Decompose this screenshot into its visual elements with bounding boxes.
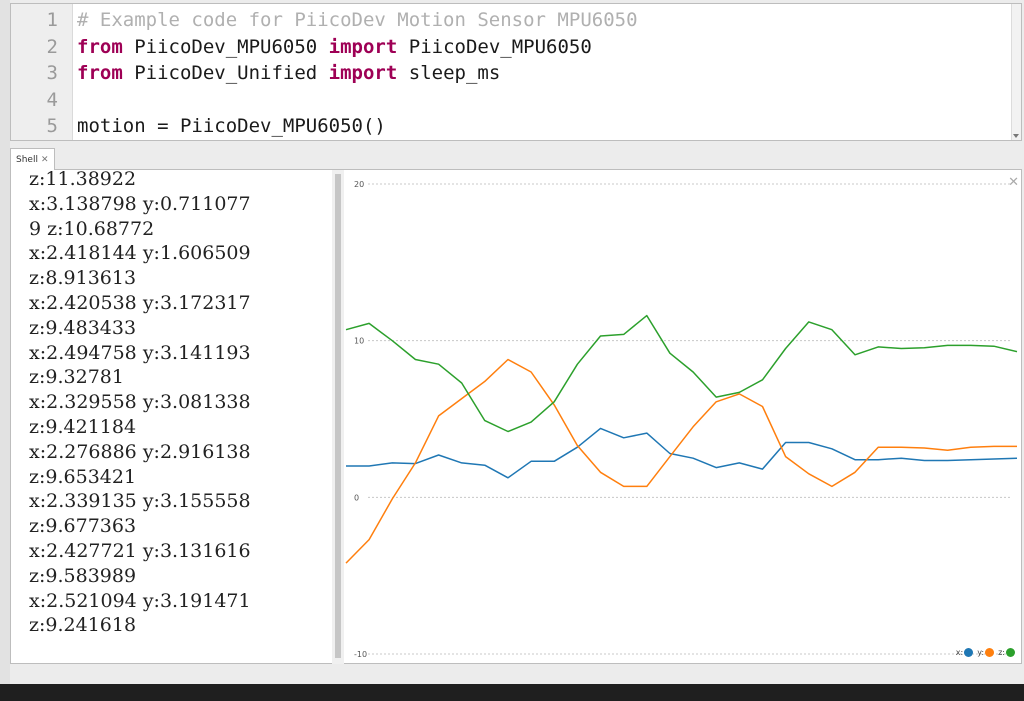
shell-output-line: z:8.913613: [29, 267, 137, 290]
code-editor[interactable]: 1 2 3 4 5 # Example code for PiicoDev Motion…: [10, 3, 1022, 141]
line-number: 2: [46, 35, 58, 58]
window-left-edge: [0, 0, 10, 684]
shell-output-line: x:2.521094 y:3.191471: [29, 589, 251, 612]
code-keyword: import: [328, 35, 398, 58]
plotter-panel: 20 10 0 -10 ✕ x: y: z:: [344, 170, 1022, 664]
shell-output-line: x:2.329558 y:3.081338: [29, 391, 251, 414]
y-tick-label: 0: [354, 493, 359, 502]
legend-swatch: [964, 648, 974, 657]
y-tick-label: 20: [354, 180, 364, 189]
code-token: PiicoDev_Unified: [122, 62, 329, 84]
code-line[interactable]: from PiicoDev_Unified import sleep_ms: [77, 60, 500, 87]
legend-label: y:: [977, 648, 985, 657]
shell-output-line: x:2.494758 y:3.141193: [29, 341, 251, 364]
code-keyword: from: [77, 62, 123, 84]
legend-swatch: [985, 648, 995, 657]
plot-chart: 20 10 0 -10: [345, 180, 1018, 659]
shell-scrollbar[interactable]: [332, 170, 344, 664]
shell-output-line: x:2.418144 y:1.606509: [29, 242, 251, 265]
editor-scrollbar[interactable]: [1011, 4, 1021, 140]
code-token: motion = PiicoDev_MPU6050(): [77, 115, 386, 137]
code-comment: # Example code for PiicoDev Motion Senso…: [77, 9, 638, 31]
code-area[interactable]: # Example code for PiicoDev Motion Senso…: [77, 4, 1009, 140]
line-number: 5: [46, 115, 58, 137]
legend-swatch: [1006, 648, 1015, 657]
shell-output-line: z:9.583989: [29, 564, 137, 587]
shell-output-line: x:2.339135 y:3.155558: [29, 490, 251, 513]
shell-output-line: z:9.421184: [29, 416, 137, 438]
shell-tab-bar: Shell ✕: [10, 146, 1022, 170]
shell-output-line: z:9.241618: [29, 614, 137, 637]
shell-output-line: x:2.427721 y:3.131616: [29, 540, 251, 562]
series-line-x: [346, 427, 1018, 479]
tab-shell-label: Shell: [16, 154, 38, 165]
legend-label: z:: [998, 648, 1005, 657]
series-line-z: [345, 314, 1018, 433]
code-token: PiicoDev_MPU6050: [397, 35, 592, 58]
plot-legend: x: y: z:: [956, 648, 1015, 657]
y-tick-label: -10: [354, 650, 367, 659]
shell-output[interactable]: z:11.38922 x:3.138798 y:0.711077 9 z:10.68…: [10, 170, 332, 664]
shell-output-line: z:11.38922: [29, 170, 137, 190]
shell-output-line: x:2.276886 y:2.916138: [29, 440, 251, 463]
shell-output-line: 9 z:10.68772: [29, 217, 155, 240]
code-line[interactable]: # Example code for PiicoDev Motion Senso…: [77, 7, 638, 34]
shell-output-line: x:3.138798 y:0.711077: [29, 192, 251, 215]
shell-scrollbar-thumb[interactable]: [335, 174, 341, 658]
thonny-window: 1 2 3 4 5 # Example code for PiicoDev Motion…: [0, 0, 1024, 701]
legend-label: x:: [955, 648, 964, 657]
shell-output-line: z:9.32781: [29, 366, 124, 389]
shell-output-line: z:9.653421: [29, 465, 137, 488]
plotter-close-icon[interactable]: ✕: [1008, 176, 1019, 189]
taskbar-strip: [0, 684, 1024, 701]
series-line-y: [345, 358, 1017, 564]
y-tick-label: 10: [354, 337, 364, 346]
legend-entry: z:: [998, 648, 1015, 657]
code-keyword: import: [328, 62, 398, 84]
scroll-down-arrow-icon[interactable]: [1013, 134, 1019, 138]
line-number-gutter: 1 2 3 4 5: [11, 4, 73, 140]
shell-output-line: z:9.677363: [29, 515, 137, 538]
code-line[interactable]: from PiicoDev_MPU6050 import PiicoDev_MP…: [77, 34, 592, 61]
shell-output-line: z:9.483433: [29, 316, 137, 339]
legend-entry: x:: [955, 648, 974, 657]
close-icon[interactable]: ✕: [41, 155, 49, 165]
line-number: 1: [46, 9, 58, 31]
code-keyword: from: [77, 35, 123, 58]
code-token: PiicoDev_MPU6050: [122, 35, 329, 58]
shell-output-line: x:2.420538 y:3.172317: [29, 292, 251, 314]
code-token: sleep_ms: [397, 62, 501, 84]
code-line[interactable]: motion = PiicoDev_MPU6050(): [77, 113, 386, 140]
tab-shell[interactable]: Shell ✕: [10, 148, 55, 170]
line-number: 3: [46, 62, 58, 84]
legend-entry: y:: [977, 648, 995, 657]
line-number: 4: [46, 88, 58, 111]
